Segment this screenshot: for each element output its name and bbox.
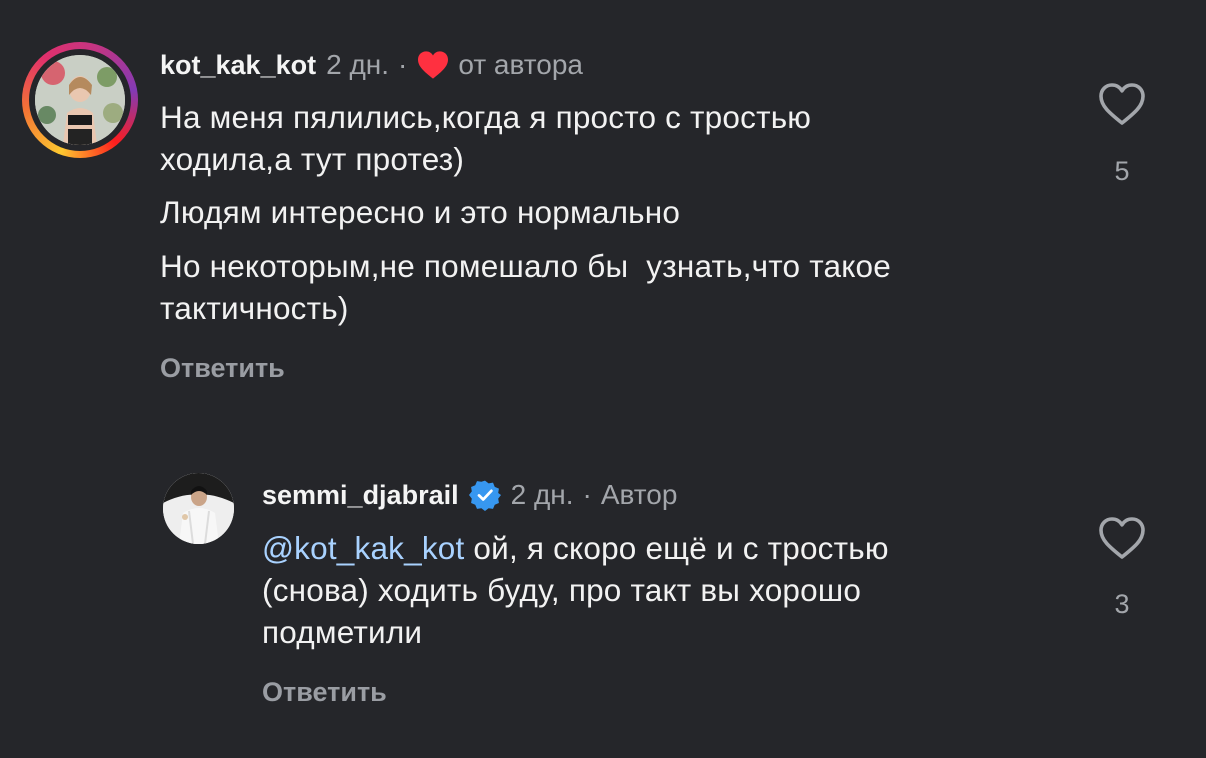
timestamp: 2 дн.: [510, 479, 574, 510]
comment-line: @kot_kak_kot ой, я скоро ещё и с тростью: [262, 528, 889, 568]
separator: ·: [398, 49, 408, 80]
comment-line: Но некоторым,не помешало бы узнать,что т…: [160, 248, 891, 284]
avatar-image: [35, 55, 125, 145]
timestamp: 2 дн.: [326, 49, 390, 80]
author-badge: Автор: [600, 479, 678, 510]
comment-line: ходила,а тут протез): [160, 141, 465, 177]
avatar-image: [163, 473, 234, 544]
heart-filled-icon: [418, 51, 449, 79]
comment-text: ой, я скоро ещё и с тростью: [464, 530, 889, 566]
comment-line: тактичность): [160, 290, 349, 326]
like-count: 3: [1114, 589, 1130, 619]
heart-outline-icon[interactable]: [1097, 82, 1147, 126]
heart-outline-icon[interactable]: [1097, 516, 1147, 560]
username[interactable]: kot_kak_kot: [160, 50, 316, 81]
verified-badge-icon: [468, 480, 501, 511]
reply-button[interactable]: Ответить: [160, 353, 285, 384]
comment: kot_kak_kot 2 дн. · от автора На меня пя…: [0, 0, 1206, 420]
like-count: 5: [1114, 156, 1130, 186]
mention-link[interactable]: @kot_kak_kot: [262, 530, 464, 566]
comment-header: semmi_djabrail 2 дн. · Автор: [262, 476, 677, 514]
comment-line: Людям интересно и это нормально: [160, 194, 681, 230]
comment-header: kot_kak_kot 2 дн. · от автора: [160, 46, 583, 84]
reply-button[interactable]: Ответить: [262, 677, 387, 708]
liked-by-author-label: от автора: [458, 49, 583, 80]
username[interactable]: semmi_djabrail: [262, 480, 459, 511]
comment-line: подметили: [262, 614, 423, 650]
comment-line: (снова) ходить буду, про такт вы хорошо: [262, 572, 862, 608]
comments-thread: kot_kak_kot 2 дн. · от автора На меня пя…: [0, 0, 1206, 758]
avatar[interactable]: [163, 473, 234, 544]
separator: ·: [582, 479, 592, 510]
comment-line: На меня пялились,когда я просто с трость…: [160, 99, 812, 135]
avatar[interactable]: [35, 55, 125, 145]
